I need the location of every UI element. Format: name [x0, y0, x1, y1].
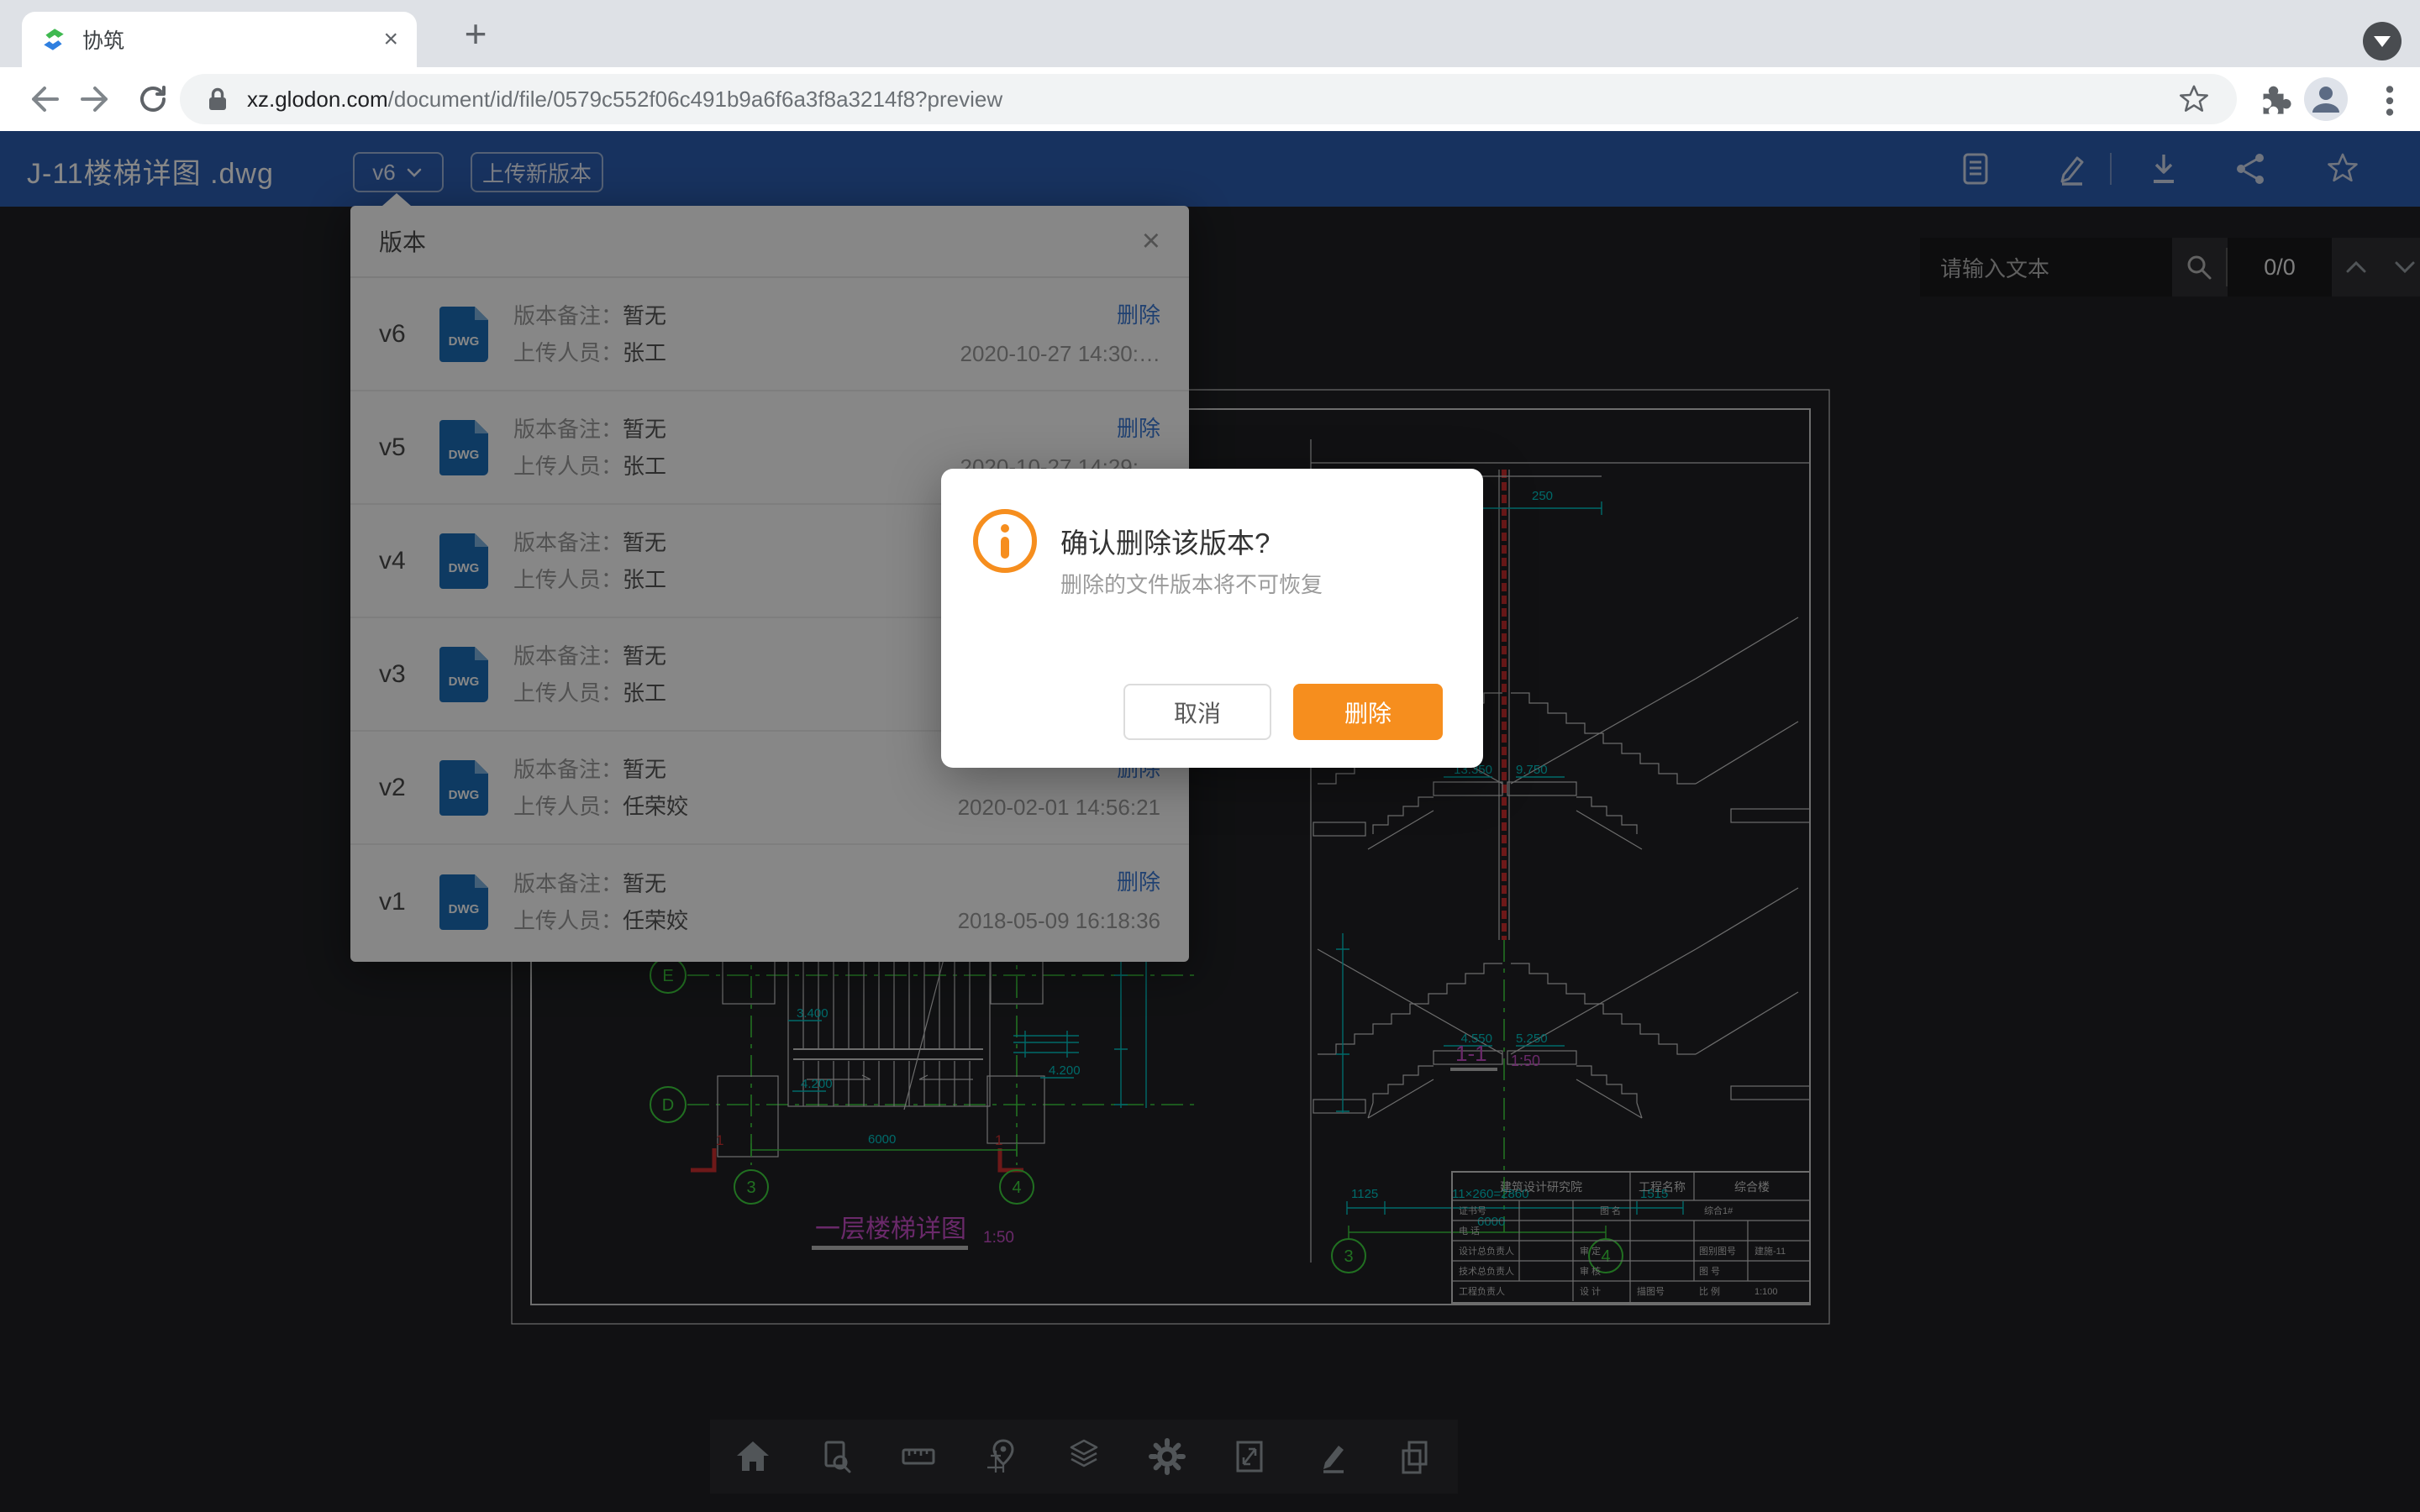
browser-tab[interactable]: 协筑 × — [22, 12, 417, 67]
dialog-title: 确认删除该版本? — [1060, 521, 1270, 561]
forward-button[interactable] — [77, 79, 118, 119]
modal-overlay — [0, 131, 2420, 1512]
info-icon-bar — [1001, 537, 1009, 559]
url-bar[interactable]: xz.glodon.com/document/id/file/0579c552f… — [180, 74, 2237, 124]
menu-dots-icon[interactable] — [2370, 81, 2410, 121]
tab-search-button[interactable] — [2363, 22, 2402, 60]
cancel-button[interactable]: 取消 — [1123, 684, 1271, 740]
back-button[interactable] — [22, 79, 62, 119]
info-icon-dot — [1001, 524, 1009, 533]
confirm-delete-button[interactable]: 删除 — [1293, 684, 1443, 740]
tab-close-icon[interactable]: × — [383, 27, 398, 52]
extensions-icon[interactable] — [2252, 81, 2292, 121]
browser-chrome: 协筑 × + xz.glodon.com/document/id/file/05… — [0, 0, 2420, 131]
info-icon — [973, 509, 1037, 573]
tab-strip: 协筑 × + — [0, 0, 2420, 67]
caret-down-icon — [2374, 36, 2391, 47]
dialog-message: 删除的文件版本将不可恢复 — [1060, 568, 1323, 599]
xiezhu-logo-icon — [40, 26, 67, 53]
new-tab-button[interactable]: + — [452, 15, 499, 54]
lock-icon — [205, 85, 230, 113]
profile-avatar[interactable] — [2304, 77, 2348, 121]
url-text: xz.glodon.com/document/id/file/0579c552f… — [247, 87, 1002, 113]
reload-button[interactable] — [133, 79, 173, 119]
url-path: /document/id/file/0579c552f06c491b9a6f6a… — [388, 87, 1002, 112]
tab-title: 协筑 — [82, 24, 383, 55]
delete-confirm-dialog: 确认删除该版本? 删除的文件版本将不可恢复 取消 删除 — [941, 469, 1483, 768]
url-domain: xz.glodon.com — [247, 87, 388, 112]
bookmark-star-icon[interactable] — [2176, 81, 2212, 117]
person-icon — [2304, 77, 2348, 121]
